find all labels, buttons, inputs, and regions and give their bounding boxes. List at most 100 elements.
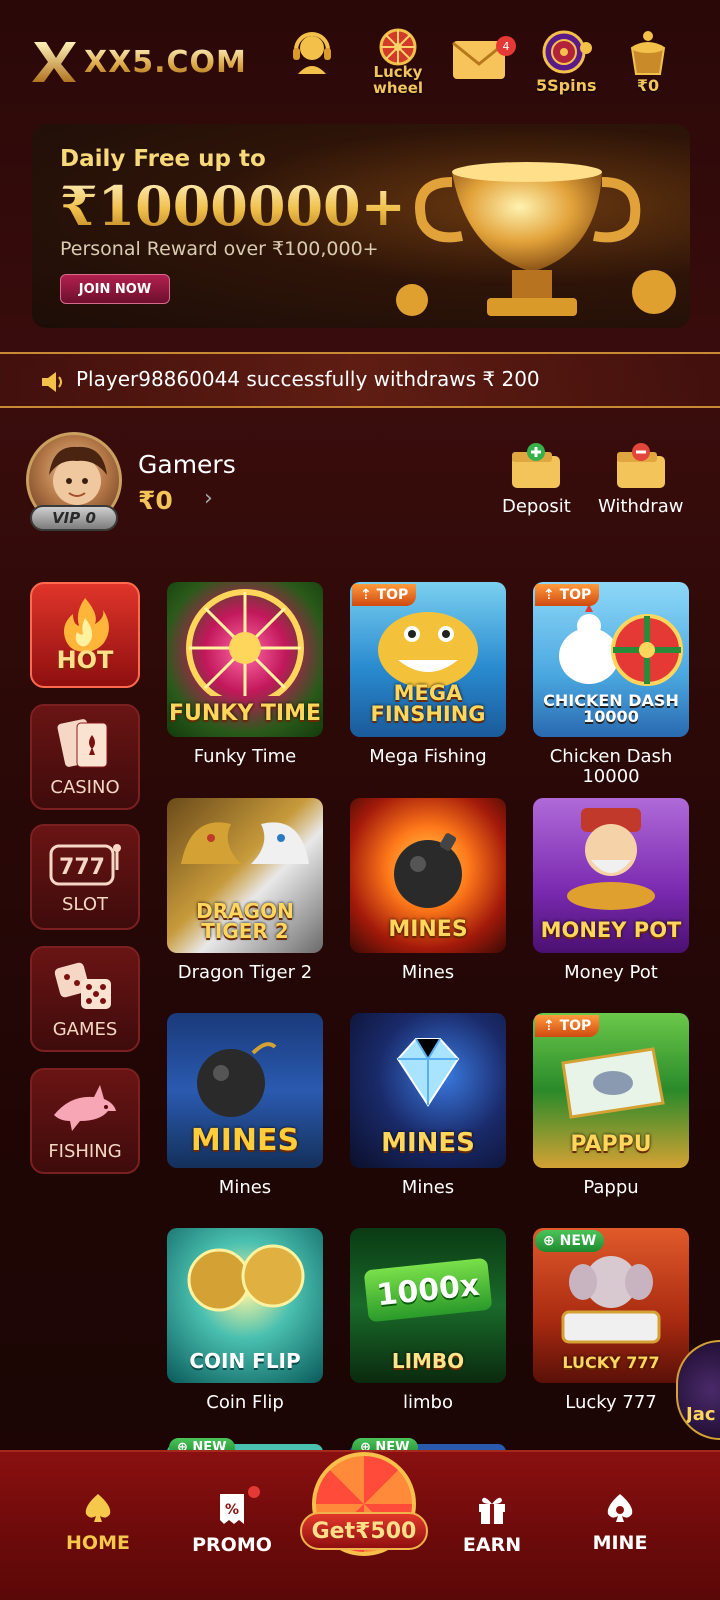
deposit-button[interactable]: Deposit <box>502 442 571 517</box>
lucky-wheel-label: Lucky wheel <box>372 63 424 97</box>
chicken-wheel-art-icon <box>559 604 683 686</box>
site-logo[interactable]: XX5.COM <box>32 40 247 84</box>
category-label: SLOT <box>62 893 108 915</box>
treasure-label: ₹0 <box>636 76 660 95</box>
svg-text:777: 777 <box>59 855 105 880</box>
game-thumb-title: LIMBO <box>391 1349 465 1373</box>
nav-label: PROMO <box>192 1534 272 1556</box>
withdraw-wallet-icon <box>616 443 665 488</box>
new-tag: ⊕ NEW <box>535 1230 605 1252</box>
game-name: Funky Time <box>193 746 297 767</box>
game-thumb-title: MEGA FINSHING <box>370 681 486 726</box>
get-bonus-button[interactable]: Get₹500 <box>300 1452 428 1556</box>
balance-amount[interactable]: ₹0 <box>138 486 173 515</box>
game-name: Pappu <box>583 1177 639 1198</box>
game-thumbnail: COIN FLIP <box>167 1228 323 1383</box>
shark-icon <box>54 1084 116 1131</box>
multiplier-card: 1000x <box>363 1257 493 1323</box>
game-card[interactable]: ⇡ TOP PAPPU Pappu <box>533 1013 689 1198</box>
category-label: HOT <box>56 646 114 674</box>
svg-text:%: % <box>225 1502 239 1518</box>
game-thumbnail: ⇡ TOP MEGA FINSHING <box>350 582 506 737</box>
ticker-message: Player98860044 successfully withdraws ₹ … <box>76 367 540 391</box>
game-name: Mines <box>401 962 455 983</box>
game-card[interactable]: MINES Mines <box>167 1013 323 1198</box>
lucky-wheel-icon <box>379 28 417 66</box>
game-thumb-title: FUNKY TIME <box>168 701 322 726</box>
message-count-badge: 4 <box>496 36 516 56</box>
lucky-wheel-button[interactable]: Lucky wheel <box>368 28 428 96</box>
top-tag: ⇡ TOP <box>535 1015 600 1037</box>
category-slot[interactable]: 777 SLOT <box>30 824 140 930</box>
game-thumbnail: ⇡ TOP PAPPU <box>533 1013 689 1168</box>
bomb-icon <box>197 1042 277 1117</box>
support-button[interactable] <box>290 28 334 76</box>
game-card[interactable]: ⊕ NEW LUCKY 777 Lucky 777 <box>533 1228 689 1413</box>
nav-mine[interactable]: MINE <box>560 1492 680 1554</box>
game-card[interactable]: ⇡ TOP MEGA FINSHING Mega Fishing <box>350 582 506 767</box>
cards-icon <box>57 718 108 767</box>
game-card[interactable]: MINES Mines <box>350 1013 506 1198</box>
logo-text: XX5.COM <box>84 44 247 80</box>
top-header: XX5.COM Lucky wheel 4 5Spins ₹0 <box>0 0 720 115</box>
game-thumb-title: MINES <box>381 1128 475 1158</box>
withdraw-ticker: Player98860044 successfully withdraws ₹ … <box>0 352 720 408</box>
pigeon-board-art-icon <box>561 1047 665 1119</box>
game-thumbnail: MONEY POT <box>533 798 689 953</box>
fire-icon <box>64 598 109 652</box>
top-tag: ⇡ TOP <box>352 584 417 606</box>
headset-icon <box>293 32 331 74</box>
treasure-pot-icon <box>630 31 666 75</box>
category-casino[interactable]: CASINO <box>30 704 140 810</box>
join-now-button[interactable]: JOIN NOW <box>60 274 170 304</box>
banner-line-3: Personal Reward over ₹100,000+ <box>60 238 379 260</box>
game-thumb-title: CHICKEN DASH 10000 <box>543 691 679 726</box>
game-name: Lucky 777 <box>565 1392 657 1413</box>
game-thumb-title: COIN FLIP <box>189 1349 301 1373</box>
spade-profile-icon <box>607 1494 633 1522</box>
slot-machine-icon: 777 <box>49 843 121 885</box>
game-name: Mines <box>401 1177 455 1198</box>
gift-icon <box>479 1497 505 1524</box>
money-god-art-icon <box>567 808 655 910</box>
game-card[interactable]: MINES Mines <box>350 798 506 983</box>
nav-label: EARN <box>462 1534 522 1556</box>
game-card[interactable]: FUNKY TIME Funky Time <box>167 582 323 767</box>
game-thumb-title: PAPPU <box>570 1132 652 1157</box>
game-card[interactable]: ⇡ TOP CHICKEN DASH 10000 Chicken Dash 10… <box>533 582 689 787</box>
category-fishing[interactable]: FISHING <box>30 1068 140 1174</box>
trophy-icon <box>396 162 676 316</box>
spade-icon <box>85 1494 111 1522</box>
game-thumb-title: MINES <box>388 917 468 942</box>
game-thumbnail: FUNKY TIME <box>167 582 323 737</box>
game-card[interactable]: COIN FLIP Coin Flip <box>167 1228 323 1413</box>
category-games[interactable]: GAMES <box>30 946 140 1052</box>
game-card[interactable]: MONEY POT Money Pot <box>533 798 689 983</box>
messages-button[interactable]: 4 <box>452 36 516 84</box>
nav-home[interactable]: HOME <box>38 1492 158 1554</box>
promo-banner[interactable]: Daily Free up to ₹1000000+ Personal Rewa… <box>32 124 690 328</box>
game-thumb-title: DRAGON TIGER 2 <box>196 899 294 943</box>
game-thumb-title: MINES <box>190 1123 300 1158</box>
treasure-button[interactable]: ₹0 <box>624 28 672 95</box>
category-label: FISHING <box>48 1140 122 1162</box>
nav-promo[interactable]: % PROMO <box>172 1486 292 1556</box>
nav-earn[interactable]: EARN <box>432 1492 552 1556</box>
game-card[interactable]: DRAGON TIGER 2 Dragon Tiger 2 <box>167 798 323 983</box>
elephant-slot-art-icon <box>561 1256 661 1344</box>
dice-icon <box>54 962 111 1009</box>
category-label: GAMES <box>52 1018 118 1040</box>
withdraw-button[interactable]: Withdraw <box>598 442 683 517</box>
game-thumb-title: MONEY POT <box>540 918 682 942</box>
diamond-icon <box>396 1038 460 1107</box>
game-name: Chicken Dash 10000 <box>549 746 673 787</box>
speaker-icon <box>42 372 62 392</box>
chevron-right-icon[interactable]: › <box>204 486 213 511</box>
spins-button[interactable]: 5Spins <box>536 28 597 95</box>
category-hot[interactable]: HOT <box>30 582 140 688</box>
game-name: Money Pot <box>564 962 658 983</box>
bomb-icon <box>394 833 462 908</box>
game-name: Mines <box>218 1177 272 1198</box>
deposit-wallet-icon <box>512 443 561 488</box>
game-card[interactable]: 1000x LIMBO limbo <box>350 1228 506 1413</box>
